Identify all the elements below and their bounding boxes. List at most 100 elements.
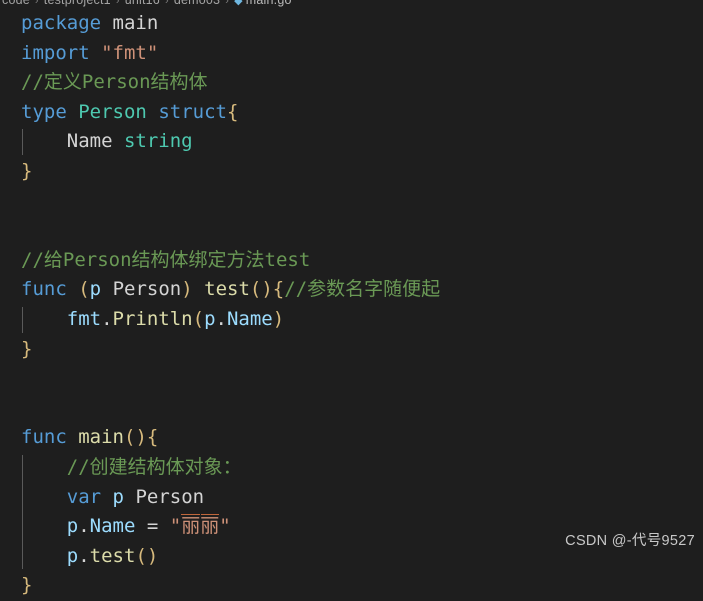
code-token: //参数名字随便起 <box>284 278 441 301</box>
code-line[interactable] <box>0 187 703 217</box>
code-line[interactable] <box>0 364 703 394</box>
code-line[interactable] <box>0 394 703 424</box>
code-token: "fmt" <box>101 41 159 64</box>
code-token: string <box>123 130 193 153</box>
code-line[interactable]: package main <box>0 9 703 39</box>
breadcrumb-item-demo03[interactable]: demo03 <box>174 0 220 7</box>
code-token: func <box>21 426 67 449</box>
code-token: //创建结构体对象： <box>66 455 242 478</box>
code-token: . <box>215 307 227 330</box>
code-token: ) <box>135 426 147 449</box>
breadcrumb-separator-icon: › <box>115 0 120 7</box>
code-token: ( <box>249 278 262 301</box>
code-token: { <box>272 278 285 301</box>
code-line[interactable]: } <box>0 157 703 187</box>
code-line[interactable]: //创建结构体对象： <box>0 453 703 483</box>
error-marked-token: 丽丽 <box>181 512 220 542</box>
go-file-icon: ◆ <box>234 0 243 7</box>
code-editor-pane: code › testproject1 › unit16 › demo03 › ◆ main.go… <box>0 0 703 596</box>
code-token: //定义Person结构体 <box>21 71 208 94</box>
code-token: p <box>66 515 79 538</box>
watermark-label: CSDN @-代号9527 <box>565 533 695 549</box>
code-content[interactable]: package main import "fmt"//定义Person结构体 typ… <box>0 9 703 601</box>
code-token: import <box>21 41 90 64</box>
code-line[interactable]: //给Person结构体绑定方法test <box>0 246 703 276</box>
code-token: ) <box>272 307 285 330</box>
code-token: Person <box>78 100 147 123</box>
code-token: p <box>204 307 216 330</box>
breadcrumb-item-code[interactable]: code <box>2 0 30 7</box>
code-token: main <box>112 12 159 34</box>
code-token: ) <box>261 278 273 301</box>
code-token: fmt <box>66 307 102 330</box>
code-token: main <box>78 426 124 449</box>
code-token: func <box>21 278 67 301</box>
code-token: } <box>21 159 33 182</box>
code-token: { <box>226 100 239 123</box>
indent-guide <box>22 455 23 570</box>
code-line[interactable]: import "fmt" <box>0 39 703 69</box>
breadcrumb-file-name[interactable]: main.go <box>246 0 292 7</box>
code-line[interactable]: } <box>0 335 703 365</box>
code-line[interactable]: func (p Person) test(){//参数名字随便起 <box>0 275 703 305</box>
code-token: Person <box>135 485 205 508</box>
code-line[interactable]: type Person struct{ <box>0 98 703 128</box>
code-token: ) <box>181 278 193 301</box>
code-line[interactable]: func main(){ <box>0 423 703 453</box>
code-token: } <box>21 574 33 597</box>
code-token: var <box>66 485 102 508</box>
code-token: //给Person结构体绑定方法test <box>21 248 311 271</box>
code-line[interactable]: //定义Person结构体 <box>0 68 703 98</box>
code-token: package <box>21 12 102 34</box>
breadcrumb[interactable]: code › testproject1 › unit16 › demo03 › ◆ main.go <box>0 0 292 8</box>
indent-guide <box>22 307 23 333</box>
code-token: test <box>204 278 250 301</box>
code-token: { <box>146 426 159 449</box>
breadcrumb-separator-icon: › <box>225 0 230 7</box>
code-token: ( <box>123 426 136 449</box>
code-token: . <box>78 515 90 538</box>
code-line[interactable] <box>0 216 703 246</box>
code-token: } <box>21 337 33 360</box>
code-line[interactable]: fmt.Println(p.Name) <box>0 305 703 335</box>
breadcrumb-item-testproject1[interactable]: testproject1 <box>44 0 111 7</box>
code-token: " <box>169 515 182 538</box>
code-token: = <box>146 515 159 538</box>
breadcrumb-item-unit16[interactable]: unit16 <box>125 0 160 7</box>
code-token: p <box>112 485 124 508</box>
breadcrumb-separator-icon: › <box>34 0 39 7</box>
code-token: Name <box>226 307 273 330</box>
code-token: ( <box>78 278 90 301</box>
code-line[interactable]: Name string <box>0 127 703 157</box>
indent-guide <box>22 129 23 155</box>
code-line[interactable]: } <box>0 571 703 601</box>
code-token: " <box>219 515 231 538</box>
code-token: type <box>21 100 67 123</box>
code-line[interactable]: var p Person <box>0 483 703 513</box>
code-token: struct <box>158 100 227 123</box>
code-token: p <box>89 278 102 301</box>
code-token: Name <box>89 515 136 538</box>
breadcrumb-separator-icon: › <box>164 0 169 7</box>
code-token: Name <box>66 130 113 153</box>
code-token: Println <box>112 307 193 330</box>
code-token: ( <box>192 307 205 330</box>
